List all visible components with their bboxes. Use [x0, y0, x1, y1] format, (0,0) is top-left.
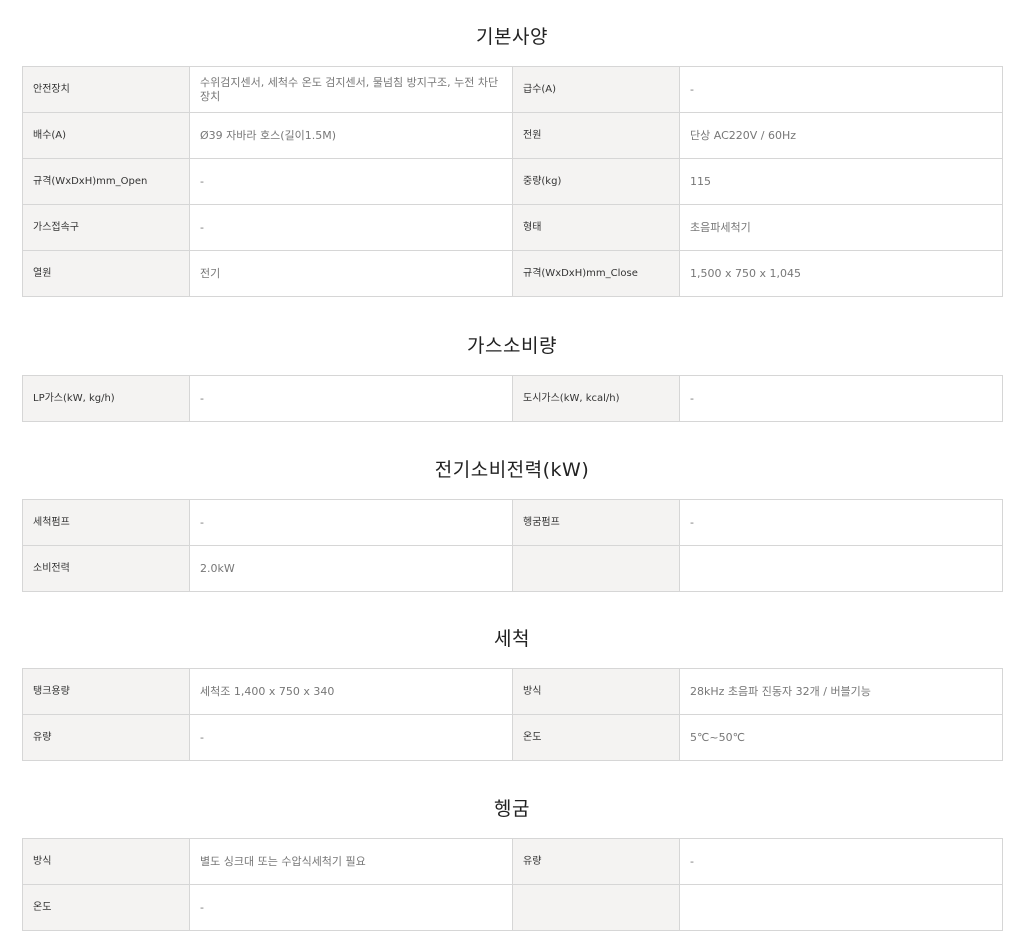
spec-value: -: [189, 714, 513, 761]
table-row: 열원 전기 규격(WxDxH)mm_Close 1,500 x 750 x 1,…: [22, 250, 1003, 297]
spec-value: -: [189, 499, 513, 546]
spec-value-empty: [679, 884, 1003, 931]
section-title-basic-spec: 기본사양: [476, 26, 548, 48]
table-row: 가스접속구 - 형태 초음파세척기: [22, 204, 1003, 251]
spec-value: -: [189, 884, 513, 931]
spec-value: 수위검지센서, 세척수 온도 검지센서, 물넘침 방지구조, 누전 차단장치: [189, 66, 513, 113]
spec-value: 단상 AC220V / 60Hz: [679, 112, 1003, 159]
spec-label: 중량(kg): [512, 158, 680, 205]
spec-label: 탱크용량: [22, 668, 190, 715]
spec-label: 가스접속구: [22, 204, 190, 251]
spec-value: 1,500 x 750 x 1,045: [679, 250, 1003, 297]
spec-label: 형태: [512, 204, 680, 251]
spec-value: -: [679, 375, 1003, 422]
section-title-gas-consumption: 가스소비량: [467, 335, 557, 357]
section-title-washing: 세척: [494, 628, 530, 650]
spec-value: -: [189, 158, 513, 205]
spec-value: 전기: [189, 250, 513, 297]
spec-label: 방식: [22, 838, 190, 885]
spec-value: 115: [679, 158, 1003, 205]
spec-value: -: [679, 499, 1003, 546]
spec-label: 배수(A): [22, 112, 190, 159]
spec-value: Ø39 자바라 호스(길이1.5M): [189, 112, 513, 159]
spec-value: 2.0kW: [189, 545, 513, 592]
spec-label: 전원: [512, 112, 680, 159]
spec-label: 규격(WxDxH)mm_Open: [22, 158, 190, 205]
spec-label: 유량: [22, 714, 190, 761]
spec-value-empty: [679, 545, 1003, 592]
spec-label-empty: [512, 545, 680, 592]
table-row: 탱크용량 세척조 1,400 x 750 x 340 방식 28kHz 초음파 …: [22, 668, 1003, 715]
spec-label: LP가스(kW, kg/h): [22, 375, 190, 422]
spec-value: 세척조 1,400 x 750 x 340: [189, 668, 513, 715]
spec-value: 28kHz 초음파 진동자 32개 / 버블기능: [679, 668, 1003, 715]
spec-value: 별도 싱크대 또는 수압식세척기 필요: [189, 838, 513, 885]
table-row: 배수(A) Ø39 자바라 호스(길이1.5M) 전원 단상 AC220V / …: [22, 112, 1003, 159]
spec-label: 세척펌프: [22, 499, 190, 546]
spec-table-basic: 안전장치 수위검지센서, 세척수 온도 검지센서, 물넘침 방지구조, 누전 차…: [22, 66, 1003, 297]
spec-label: 온도: [512, 714, 680, 761]
table-row: 세척펌프 - 헹굼펌프 -: [22, 499, 1003, 546]
spec-label: 소비전력: [22, 545, 190, 592]
spec-label: 온도: [22, 884, 190, 931]
table-row: 안전장치 수위검지센서, 세척수 온도 검지센서, 물넘침 방지구조, 누전 차…: [22, 66, 1003, 113]
spec-label: 안전장치: [22, 66, 190, 113]
spec-label: 열원: [22, 250, 190, 297]
spec-label: 헹굼펌프: [512, 499, 680, 546]
table-row: 소비전력 2.0kW: [22, 545, 1003, 592]
spec-table-rinsing: 방식 별도 싱크대 또는 수압식세척기 필요 유량 - 온도 -: [22, 838, 1003, 931]
spec-label: 도시가스(kW, kcal/h): [512, 375, 680, 422]
spec-label-empty: [512, 884, 680, 931]
spec-value: -: [679, 66, 1003, 113]
section-title-rinsing: 헹굼: [494, 798, 530, 820]
spec-value: -: [679, 838, 1003, 885]
table-row: LP가스(kW, kg/h) - 도시가스(kW, kcal/h) -: [22, 375, 1003, 422]
spec-table-washing: 탱크용량 세척조 1,400 x 750 x 340 방식 28kHz 초음파 …: [22, 668, 1003, 761]
spec-value: 초음파세척기: [679, 204, 1003, 251]
spec-label: 급수(A): [512, 66, 680, 113]
spec-table-power: 세척펌프 - 헹굼펌프 - 소비전력 2.0kW: [22, 499, 1003, 592]
table-row: 온도 -: [22, 884, 1003, 931]
spec-table-gas: LP가스(kW, kg/h) - 도시가스(kW, kcal/h) -: [22, 375, 1003, 422]
spec-value: 5℃~50℃: [679, 714, 1003, 761]
table-row: 방식 별도 싱크대 또는 수압식세척기 필요 유량 -: [22, 838, 1003, 885]
spec-label: 규격(WxDxH)mm_Close: [512, 250, 680, 297]
spec-value: -: [189, 375, 513, 422]
table-row: 유량 - 온도 5℃~50℃: [22, 714, 1003, 761]
table-row: 규격(WxDxH)mm_Open - 중량(kg) 115: [22, 158, 1003, 205]
section-title-power-consumption: 전기소비전력(kW): [434, 459, 590, 481]
spec-label: 유량: [512, 838, 680, 885]
spec-value: -: [189, 204, 513, 251]
spec-label: 방식: [512, 668, 680, 715]
